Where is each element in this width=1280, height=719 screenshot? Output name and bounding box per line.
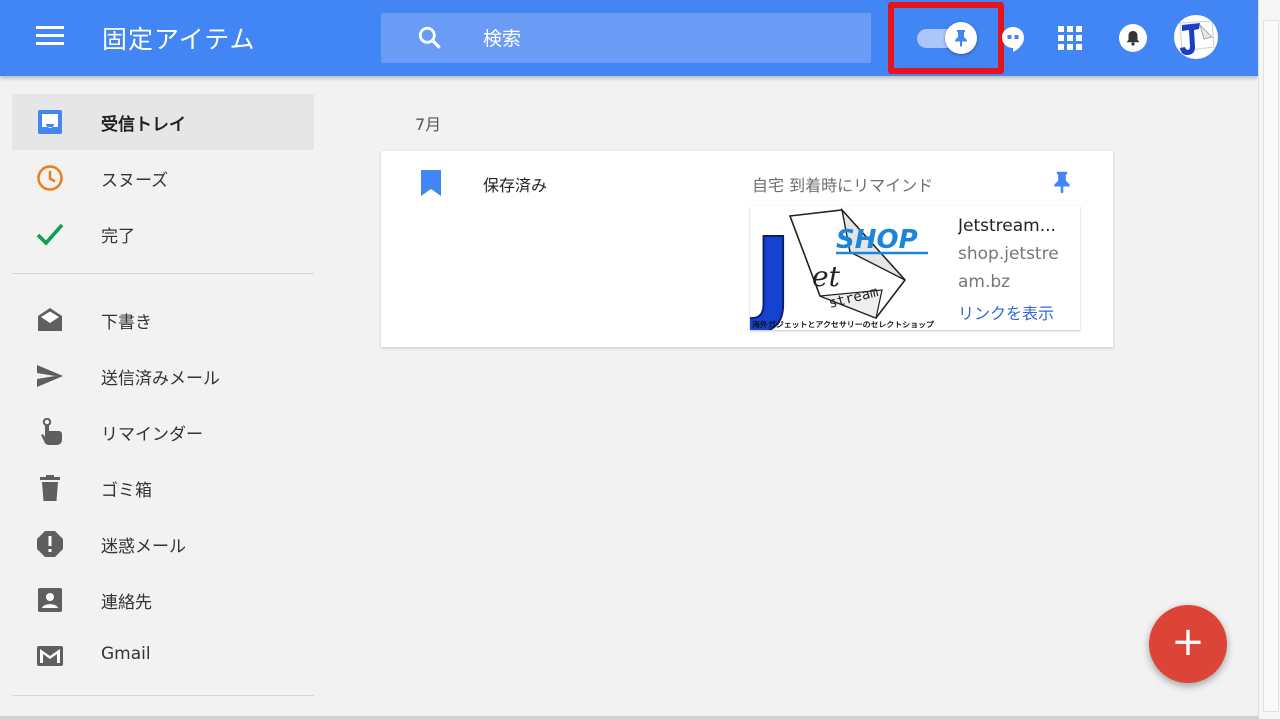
bookmark-icon — [421, 170, 441, 196]
search-bar[interactable] — [381, 13, 871, 65]
highlight-box — [888, 2, 1004, 74]
link-title: Jetstream... — [958, 216, 1056, 236]
sidebar-item-contacts[interactable]: 連絡先 — [12, 572, 314, 628]
top-app-bar: 固定アイテム — [0, 0, 1258, 76]
search-input[interactable] — [481, 13, 855, 65]
month-header: 7月 — [415, 115, 442, 134]
page-title: 固定アイテム — [102, 25, 256, 54]
link-domain: shop.jetstre — [958, 244, 1059, 264]
scrollbar-thumb[interactable] — [1263, 20, 1279, 712]
spam-icon — [37, 531, 63, 557]
menu-icon[interactable] — [36, 26, 64, 50]
link-domain: am.bz — [958, 272, 1011, 292]
avatar-logo — [1179, 20, 1215, 55]
sidebar-item-trash[interactable]: ゴミ箱 — [12, 460, 314, 516]
sidebar-item-spam[interactable]: 迷惑メール — [12, 516, 314, 572]
sidebar-item-label: 下書き — [101, 313, 152, 333]
sidebar-item-label: リマインダー — [101, 425, 203, 445]
reminder-icon — [41, 418, 62, 446]
sidebar-item-label: 受信トレイ — [101, 115, 186, 135]
thumb-et: et — [812, 260, 841, 293]
contacts-icon — [38, 588, 62, 612]
sidebar-divider — [12, 695, 314, 696]
link-thumbnail: J et stream SHOP 海外ガジェットとアクセサリーのセレクトショップ — [747, 206, 936, 338]
sidebar-item-inbox[interactable]: 受信トレイ — [12, 94, 314, 150]
pinned-item-card[interactable]: 保存済み 自宅 到着時にリマインド J et stream SHOP 海外ガジェ… — [381, 151, 1113, 347]
sidebar-item-label: Gmail — [101, 644, 151, 664]
sidebar-item-gmail[interactable]: Gmail — [12, 628, 314, 684]
add-icon: + — [1171, 619, 1205, 665]
sidebar-item-label: 送信済みメール — [101, 369, 220, 389]
send-icon — [37, 365, 63, 387]
item-reminder: 自宅 到着時にリマインド — [752, 176, 934, 195]
compose-fab[interactable]: + — [1149, 605, 1227, 683]
sidebar-item-label: 迷惑メール — [101, 537, 186, 557]
avatar[interactable] — [1174, 15, 1218, 59]
item-subject: 保存済み — [483, 176, 548, 195]
notifications-icon[interactable] — [1118, 23, 1148, 53]
link-preview[interactable]: J et stream SHOP 海外ガジェットとアクセサリーのセレクトショップ… — [747, 206, 1080, 338]
clock-icon — [37, 165, 63, 191]
scrollbar[interactable] — [1258, 0, 1280, 719]
sidebar-item-label: ゴミ箱 — [101, 481, 152, 501]
thumb-shop: SHOP — [836, 225, 918, 255]
thumb-caption: 海外ガジェットとアクセサリーのセレクトショップ — [752, 319, 934, 329]
check-icon — [36, 223, 64, 246]
view-link-button[interactable]: リンクを表示 — [958, 300, 1054, 324]
thumb-letter: J — [750, 215, 793, 330]
sidebar-item-drafts[interactable]: 下書き — [12, 292, 314, 348]
drafts-icon — [38, 308, 62, 331]
search-icon — [418, 26, 441, 49]
inbox-icon — [38, 110, 62, 134]
sidebar-item-label: スヌーズ — [101, 171, 169, 191]
sidebar-item-label: 連絡先 — [101, 593, 152, 613]
sidebar-divider — [12, 273, 314, 274]
hangouts-icon[interactable] — [1001, 26, 1025, 52]
trash-icon — [40, 475, 60, 501]
sidebar-item-done[interactable]: 完了 — [12, 206, 314, 262]
sidebar-item-sent[interactable]: 送信済みメール — [12, 348, 314, 404]
sidebar-item-label: 完了 — [101, 227, 135, 247]
gmail-icon — [37, 646, 63, 666]
apps-grid-icon[interactable] — [1058, 26, 1082, 50]
sidebar: 受信トレイ スヌーズ 完了 下書き 送信済みメール リマインダー ゴミ箱 迷惑メ… — [0, 76, 330, 719]
pin-icon[interactable] — [1053, 170, 1071, 194]
sidebar-item-snooze[interactable]: スヌーズ — [12, 150, 314, 206]
sidebar-item-reminders[interactable]: リマインダー — [12, 404, 314, 460]
